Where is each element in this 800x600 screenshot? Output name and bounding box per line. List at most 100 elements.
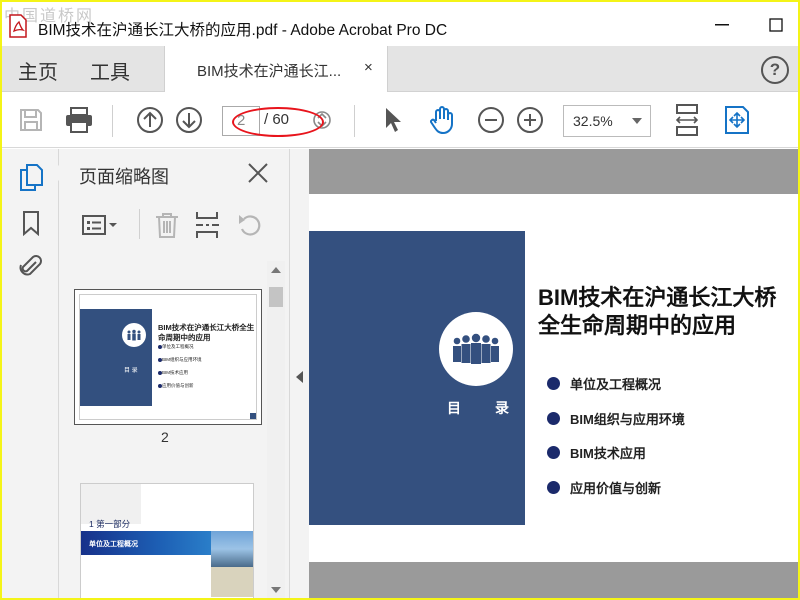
rotate-icon [239, 215, 261, 236]
thumbnail-item-text: BIM组织与应用环境 [162, 357, 202, 362]
thumbnail-page: 目 录 BIM技术在沪通长江大桥全生命周期中的应用 单位及工程概况 BIM组织与… [79, 294, 257, 420]
document-view[interactable]: 目录 BIM技术在沪通长江大桥 全生命周期中的应用 单位及工程概况 BIM组织与… [309, 149, 798, 598]
maximize-icon [769, 18, 783, 32]
paperclip-icon [19, 255, 42, 276]
toc-bullet [547, 412, 560, 425]
thumbnail-bar-text: 单位及工程概况 [89, 541, 138, 548]
page-title-line-1: BIM技术在沪通长江大桥 [538, 285, 777, 310]
help-icon[interactable]: ? [761, 56, 789, 84]
arrow-down-circle-icon [176, 107, 202, 133]
minimize-button[interactable] [708, 12, 736, 38]
thumbnail-item-text: BIM技术应用 [162, 370, 188, 375]
toc-item-text: BIM技术应用 [570, 446, 646, 461]
delete-page-button[interactable] [153, 209, 181, 241]
toc-item: BIM组织与应用环境 [547, 409, 685, 428]
page-title-line-2: 全生命周期中的应用 [538, 313, 737, 338]
insert-page-button[interactable] [193, 209, 221, 241]
close-panel-icon[interactable] [246, 161, 270, 185]
rotate-page-button[interactable] [235, 209, 265, 241]
toc-item: 单位及工程概况 [547, 374, 661, 393]
toc-bullet [547, 377, 560, 390]
trash-icon [156, 213, 178, 238]
tab-home[interactable]: 主页 [18, 56, 58, 85]
hand-icon [430, 106, 453, 134]
copy-pages-icon [20, 164, 43, 191]
close-tab-icon[interactable]: × [364, 59, 373, 76]
thumbnail-corner-mark [250, 413, 256, 419]
page-number-input[interactable]: 2 [222, 106, 260, 136]
page-thumbnails-button[interactable] [17, 163, 45, 191]
tab-document[interactable]: BIM技术在沪通长江... × [164, 46, 388, 92]
bookmark-icon [23, 211, 39, 236]
save-button[interactable] [16, 105, 46, 135]
scrollbar-thumb[interactable] [269, 287, 283, 307]
collapse-panel-icon[interactable] [296, 371, 303, 383]
next-page-button[interactable] [174, 105, 204, 135]
thumbnail-blue-panel [80, 309, 152, 406]
thumbnail-mulu: 目 录 [124, 368, 138, 374]
thumbnail-title: BIM技术在沪通长江大桥全生命周期中的应用 [158, 323, 255, 342]
page-total: / 60 [264, 111, 290, 128]
thumbnail-scrollbar[interactable] [267, 261, 285, 598]
toc-bullet [547, 481, 560, 494]
toc-item: BIM技术应用 [547, 443, 646, 462]
cursor-arrow-icon [386, 108, 401, 132]
pdf-page: 目录 BIM技术在沪通长江大桥 全生命周期中的应用 单位及工程概况 BIM组织与… [309, 194, 798, 562]
toc-item-text: 应用价值与创新 [570, 481, 662, 496]
fit-page-icon [675, 104, 699, 136]
zoom-out-button[interactable] [476, 105, 506, 135]
minimize-icon [715, 24, 729, 26]
full-screen-icon [725, 106, 749, 134]
chevron-down-icon [632, 118, 642, 124]
zoom-value: 32.5% [573, 113, 613, 129]
thumbnail-item-selected[interactable]: 目 录 BIM技术在沪通长江大桥全生命周期中的应用 单位及工程概况 BIM组织与… [74, 289, 262, 425]
zoom-out-icon [478, 107, 504, 133]
thumbnail-item[interactable]: 1 第一部分 单位及工程概况 [80, 483, 254, 598]
options-menu-icon [82, 215, 117, 235]
maximize-button[interactable] [762, 12, 790, 38]
thumbnail-item-text: 应用价值与创新 [162, 383, 194, 388]
page-title: BIM技术在沪通长江大桥 全生命周期中的应用 [538, 284, 798, 340]
zoom-select[interactable]: 32.5% [563, 105, 651, 137]
hand-tool-button[interactable] [426, 105, 458, 135]
panel-toolbar-separator [139, 209, 140, 239]
bookmarks-button[interactable] [17, 209, 45, 237]
printer-icon [66, 107, 92, 133]
thumbnail-people-icon [122, 323, 146, 347]
bridge-photo [211, 531, 253, 567]
mulu-label: 目录 [447, 400, 543, 416]
window-title: BIM技术在沪通长江大桥的应用.pdf - Adobe Acrobat Pro … [38, 22, 448, 39]
thumbnail-part-label: 1 第一部分 [89, 519, 131, 529]
print-button[interactable] [64, 105, 94, 135]
toc-item-text: BIM组织与应用环境 [570, 412, 685, 427]
thumbnail-item-text: 单位及工程概况 [162, 344, 194, 349]
panel-splitter[interactable] [289, 149, 309, 598]
thumbnail-options-button[interactable] [81, 209, 121, 241]
toolbar-separator [354, 105, 355, 137]
page-stepper[interactable] [312, 105, 332, 135]
toolbar: 2 / 60 32.5% [2, 93, 798, 148]
thumbnail-beige-block [211, 567, 253, 597]
acrobat-window: 中国道桥网 BIM技术在沪通长江大桥的应用.pdf - Adobe Acroba… [2, 2, 798, 598]
navigation-rail [2, 149, 59, 598]
stepper-icon [313, 111, 331, 129]
save-icon [20, 109, 42, 131]
previous-page-button[interactable] [135, 105, 165, 135]
tab-bar: 主页 工具 BIM技术在沪通长江... × ? [2, 46, 798, 92]
thumbnail-list: 目 录 BIM技术在沪通长江大桥全生命周期中的应用 单位及工程概况 BIM组织与… [59, 261, 267, 598]
people-icon [439, 312, 513, 386]
tab-tools[interactable]: 工具 [90, 56, 130, 85]
scroll-down-icon[interactable] [271, 587, 281, 593]
pdf-file-icon [9, 14, 27, 38]
toc-bullet [547, 446, 560, 459]
attachments-button[interactable] [17, 252, 45, 280]
scroll-up-icon[interactable] [271, 267, 281, 273]
zoom-in-icon [517, 107, 543, 133]
zoom-in-button[interactable] [515, 105, 545, 135]
fit-width-button[interactable] [672, 104, 702, 136]
toolbar-separator [112, 105, 113, 137]
panel-title: 页面缩略图 [79, 167, 169, 187]
document-tab-label: BIM技术在沪通长江... [197, 63, 342, 80]
full-screen-button[interactable] [722, 105, 752, 135]
select-tool-button[interactable] [378, 105, 408, 135]
